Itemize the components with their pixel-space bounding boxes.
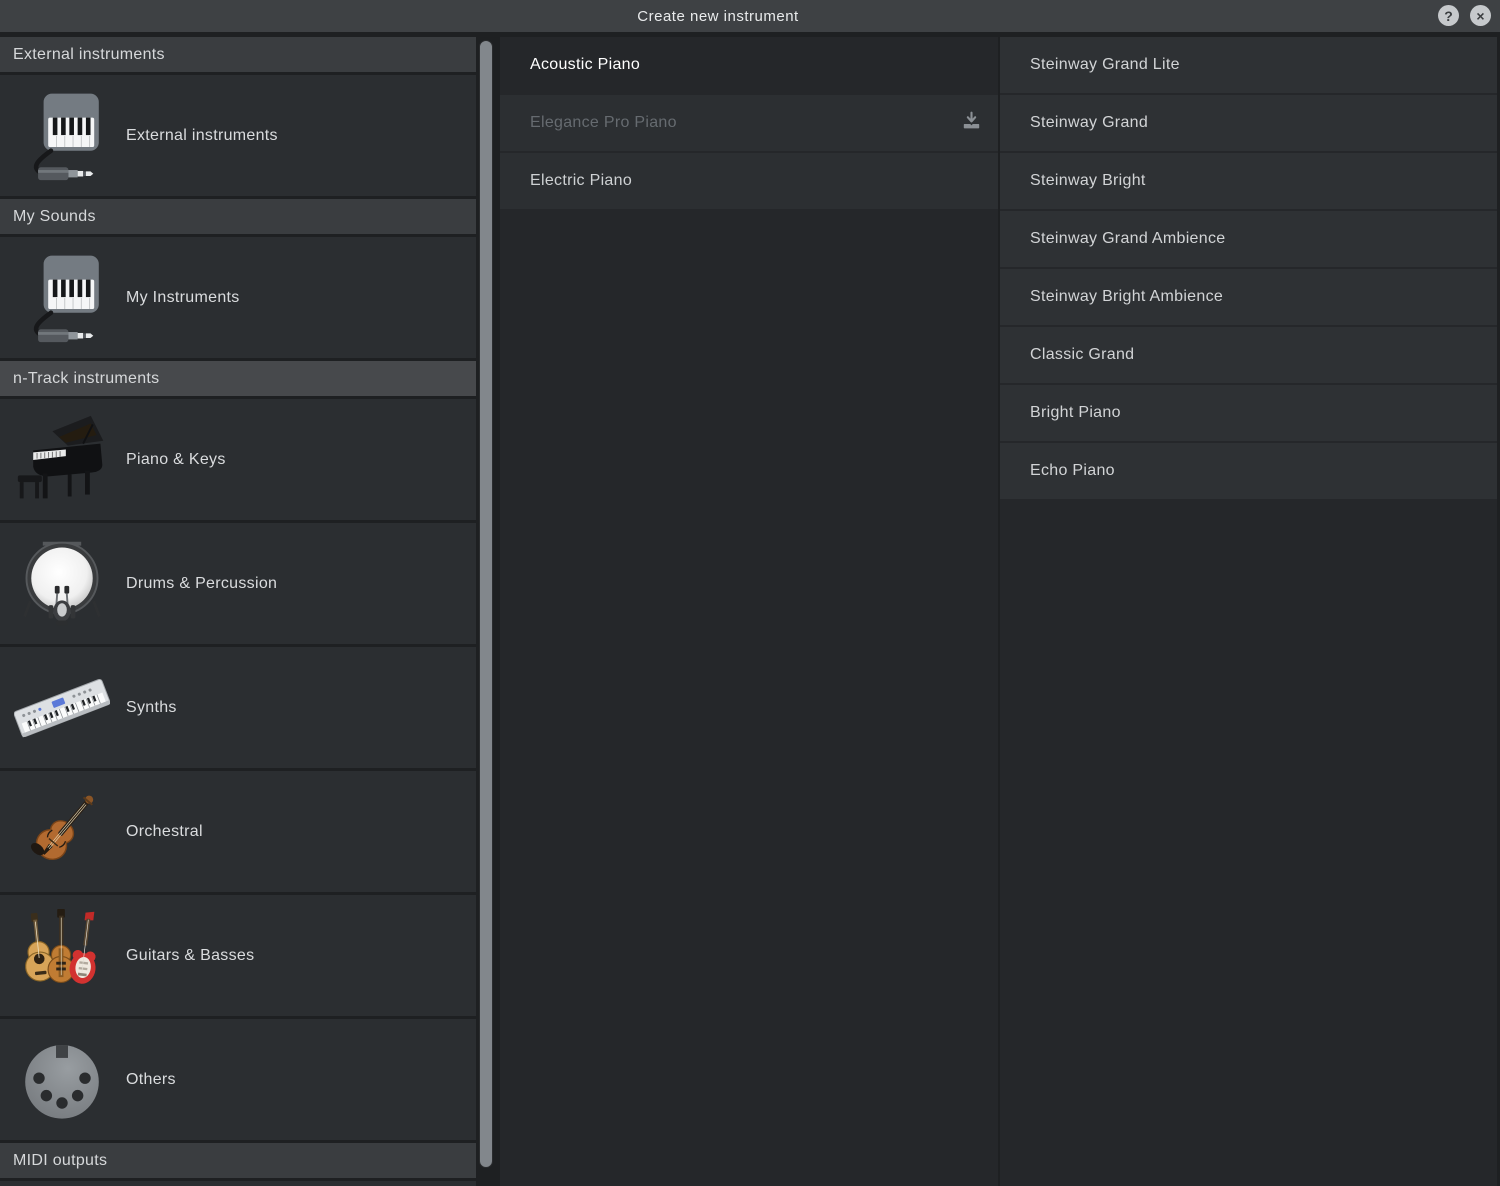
midi-keyboard-jack-icon: [0, 87, 124, 185]
sidebar-item-piano-keys[interactable]: Piano & Keys: [0, 399, 476, 520]
titlebar-buttons: ? ×: [1438, 5, 1491, 26]
instrument-label: Acoustic Piano: [530, 56, 640, 74]
preset-row-steinway-bright-ambience[interactable]: Steinway Bright Ambience: [1000, 269, 1497, 325]
sidebar-item-guitars-basses[interactable]: Guitars & Basses: [0, 895, 476, 1016]
preset-row-steinway-bright[interactable]: Steinway Bright: [1000, 153, 1497, 209]
preset-label: Echo Piano: [1030, 462, 1115, 480]
titlebar: Create new instrument ? ×: [0, 0, 1500, 32]
midi-keyboard-jack-icon: [0, 249, 124, 347]
close-icon: ×: [1476, 9, 1484, 23]
preset-label: Steinway Grand Lite: [1030, 56, 1180, 74]
preset-label: Steinway Bright: [1030, 172, 1146, 190]
sidebar-item-label: Drums & Percussion: [124, 575, 277, 593]
preset-row-steinway-grand[interactable]: Steinway Grand: [1000, 95, 1497, 151]
dialog-title: Create new instrument: [0, 0, 1436, 32]
instrument-list: Acoustic Piano Elegance Pro Piano Electr…: [500, 37, 998, 1186]
preset-row-steinway-grand-lite[interactable]: Steinway Grand Lite: [1000, 37, 1497, 93]
sidebar-scrollbar-thumb[interactable]: [479, 40, 493, 1168]
bass-drum-icon: [0, 534, 124, 634]
sidebar-item-label: Piano & Keys: [124, 451, 226, 469]
sidebar-item-synths[interactable]: Synths: [0, 647, 476, 768]
sidebar-item-others[interactable]: Others: [0, 1019, 476, 1140]
help-icon: ?: [1444, 9, 1453, 23]
sidebar-item-drums-percussion[interactable]: Drums & Percussion: [0, 523, 476, 644]
sidebar-item-label: Guitars & Basses: [124, 947, 254, 965]
preset-row-steinway-grand-ambience[interactable]: Steinway Grand Ambience: [1000, 211, 1497, 267]
preset-row-classic-grand[interactable]: Classic Grand: [1000, 327, 1497, 383]
instrument-row-acoustic-piano[interactable]: Acoustic Piano: [500, 37, 998, 93]
sidebar-item-label: Others: [124, 1071, 176, 1089]
preset-row-echo-piano[interactable]: Echo Piano: [1000, 443, 1497, 499]
sidebar-header-my-sounds[interactable]: My Sounds: [0, 199, 476, 234]
preset-list: Steinway Grand Lite Steinway Grand Stein…: [1000, 37, 1497, 1186]
preset-label: Bright Piano: [1030, 404, 1121, 422]
preset-label: Steinway Grand: [1030, 114, 1148, 132]
sidebar-header-external-instruments[interactable]: External instruments: [0, 37, 476, 72]
preset-label: Steinway Bright Ambience: [1030, 288, 1223, 306]
sidebar-header-ntrack-instruments[interactable]: n-Track instruments: [0, 361, 476, 396]
synth-keyboard-icon: [0, 658, 124, 758]
midi-din-icon: [0, 1032, 124, 1128]
sidebar-item-my-instruments[interactable]: My Instruments: [0, 237, 476, 358]
sidebar-header-label: n-Track instruments: [13, 370, 159, 388]
grand-piano-icon: [0, 410, 124, 510]
sidebar-header-label: My Sounds: [13, 208, 96, 226]
preset-row-bright-piano[interactable]: Bright Piano: [1000, 385, 1497, 441]
sidebar-item-label: External instruments: [124, 127, 278, 145]
close-button[interactable]: ×: [1470, 5, 1491, 26]
preset-label: Classic Grand: [1030, 346, 1134, 364]
violin-icon: [0, 782, 124, 882]
instrument-label: Electric Piano: [530, 172, 632, 190]
sidebar-item-label: Orchestral: [124, 823, 203, 841]
sidebar-item-partial[interactable]: [0, 1181, 476, 1186]
guitars-icon: [0, 906, 124, 1006]
sidebar-item-orchestral[interactable]: Orchestral: [0, 771, 476, 892]
download-icon: [961, 110, 982, 136]
help-button[interactable]: ?: [1438, 5, 1459, 26]
sidebar-header-label: External instruments: [13, 46, 165, 64]
instrument-row-electric-piano[interactable]: Electric Piano: [500, 153, 998, 209]
sidebar-header-midi-outputs[interactable]: MIDI outputs: [0, 1143, 476, 1178]
preset-label: Steinway Grand Ambience: [1030, 230, 1225, 248]
instrument-row-elegance-pro-piano[interactable]: Elegance Pro Piano: [500, 95, 998, 151]
category-sidebar: External instruments External: [0, 37, 476, 1186]
sidebar-item-label: Synths: [124, 699, 177, 717]
sidebar-item-external-instruments[interactable]: External instruments: [0, 75, 476, 196]
sidebar-header-label: MIDI outputs: [13, 1152, 107, 1170]
instrument-label: Elegance Pro Piano: [530, 114, 677, 132]
sidebar-item-label: My Instruments: [124, 289, 240, 307]
